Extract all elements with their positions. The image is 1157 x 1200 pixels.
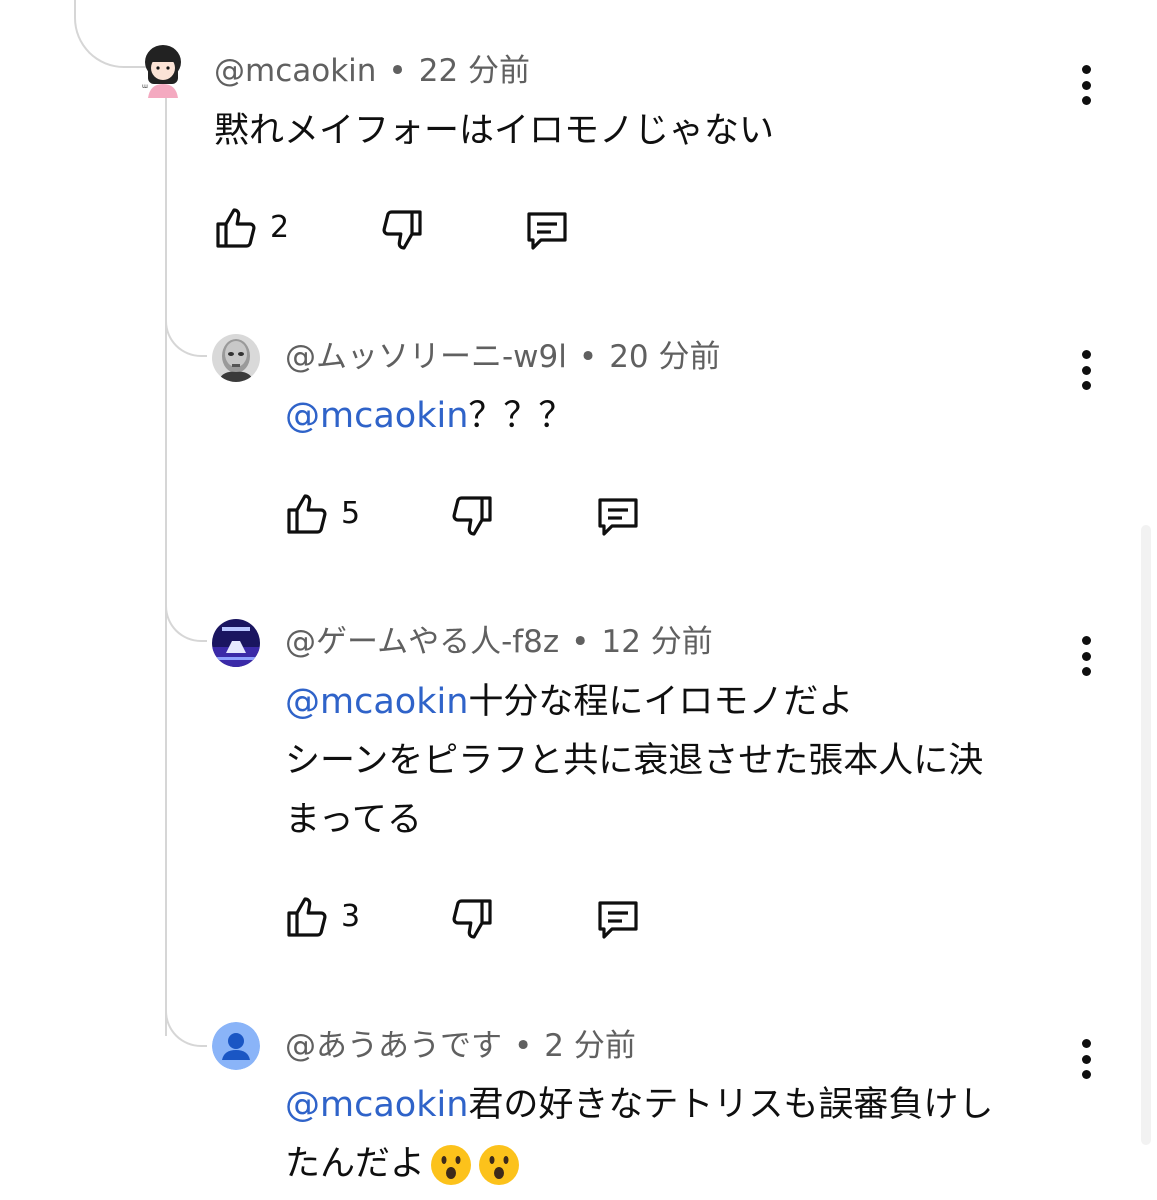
mention-link[interactable]: @mcaokin [285,1085,468,1125]
scrollbar[interactable] [1141,525,1151,1145]
separator-dot: • [514,1028,533,1064]
more-options-icon[interactable] [1078,1039,1094,1079]
comment: @あうあうです • 2 分前 @mcaokin君の好きなテトリスも誤審負けし たんだ… [0,0,1157,1200]
comment-line: @mcaokin君の好きなテトリスも誤審負けし [285,1085,994,1125]
comment-text: @mcaokin君の好きなテトリスも誤審負けし たんだよ [285,1076,993,1194]
comment-line: たんだよ [285,1135,993,1194]
author-name[interactable]: @あうあうです [285,1028,502,1064]
comment-time: 2 分前 [544,1028,636,1064]
default-person-avatar[interactable] [212,1022,260,1070]
astonished-face-emoji [431,1145,472,1185]
astonished-face-emoji [479,1145,520,1185]
comment-meta: @あうあうです • 2 分前 [285,1031,636,1062]
